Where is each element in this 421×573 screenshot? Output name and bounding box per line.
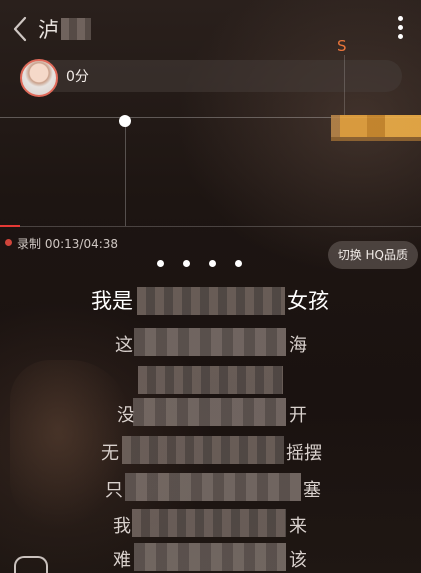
score-value: 0分 <box>66 69 89 85</box>
song-title-mosaic <box>61 18 91 40</box>
lyric-end: 塞 <box>303 480 321 501</box>
song-title-text: 泸 <box>38 18 59 42</box>
lyric-mosaic <box>133 398 286 426</box>
progress-fill <box>0 225 20 227</box>
lyric-line: 没 开 <box>0 398 421 428</box>
lyric-mosaic <box>122 436 284 464</box>
page-dot <box>209 260 216 267</box>
lyric-end: 来 <box>289 516 307 537</box>
lyric-start: 无 <box>101 443 119 464</box>
more-vertical-icon <box>397 16 403 21</box>
effects-icon[interactable] <box>14 556 48 573</box>
pitch-marker-line <box>344 55 345 115</box>
progress-track <box>0 226 421 227</box>
lyric-start: 这 <box>115 335 133 356</box>
lyric-start: 只 <box>105 480 123 501</box>
page-dot <box>183 260 190 267</box>
lyric-end: 海 <box>289 335 307 356</box>
pitch-cursor <box>119 115 131 127</box>
lyric-line: 只 塞 <box>0 473 421 503</box>
lyric-end: 该 <box>289 550 307 571</box>
lyric-line: 这 海 <box>0 328 421 358</box>
pitch-cursor-line <box>125 122 126 226</box>
record-dot-icon <box>5 239 12 246</box>
lyric-end: 开 <box>289 405 307 426</box>
lyric-mosaic <box>134 328 286 356</box>
lyric-mosaic <box>125 473 301 501</box>
lyric-mosaic <box>132 509 286 537</box>
lyric-start: 我是 <box>91 289 133 313</box>
page-dot <box>157 260 164 267</box>
avatar[interactable] <box>20 59 58 97</box>
more-button[interactable] <box>395 16 405 44</box>
pitch-marker: S <box>337 37 347 55</box>
lyric-line: 我 来 <box>0 509 421 539</box>
pitch-note-bar-shadow <box>331 137 421 141</box>
lyric-mosaic <box>137 287 285 315</box>
lyric-line: 难 该 <box>0 543 421 573</box>
lyric-line <box>0 366 421 396</box>
pitch-note-bar <box>331 115 421 137</box>
lyric-mosaic <box>134 543 286 571</box>
header: 泸 <box>0 0 421 56</box>
page-dot <box>235 260 242 267</box>
lyric-mosaic <box>138 366 283 394</box>
switch-hq-button[interactable]: 切换 HQ品质 <box>327 241 418 269</box>
lyric-start: 难 <box>113 550 131 571</box>
recording-time: 录制 00:13/04:38 <box>17 237 119 251</box>
page-indicator[interactable] <box>157 260 242 267</box>
lyric-line: 无 摇摆 <box>0 436 421 466</box>
lyric-end: 摇摆 <box>286 443 322 464</box>
back-button[interactable] <box>8 14 34 44</box>
lyric-start: 我 <box>113 516 131 537</box>
song-title: 泸 <box>38 14 91 44</box>
lyric-line-current: 我是 女孩 <box>0 285 421 315</box>
chevron-left-icon <box>13 16 27 42</box>
lyric-end: 女孩 <box>287 289 329 313</box>
